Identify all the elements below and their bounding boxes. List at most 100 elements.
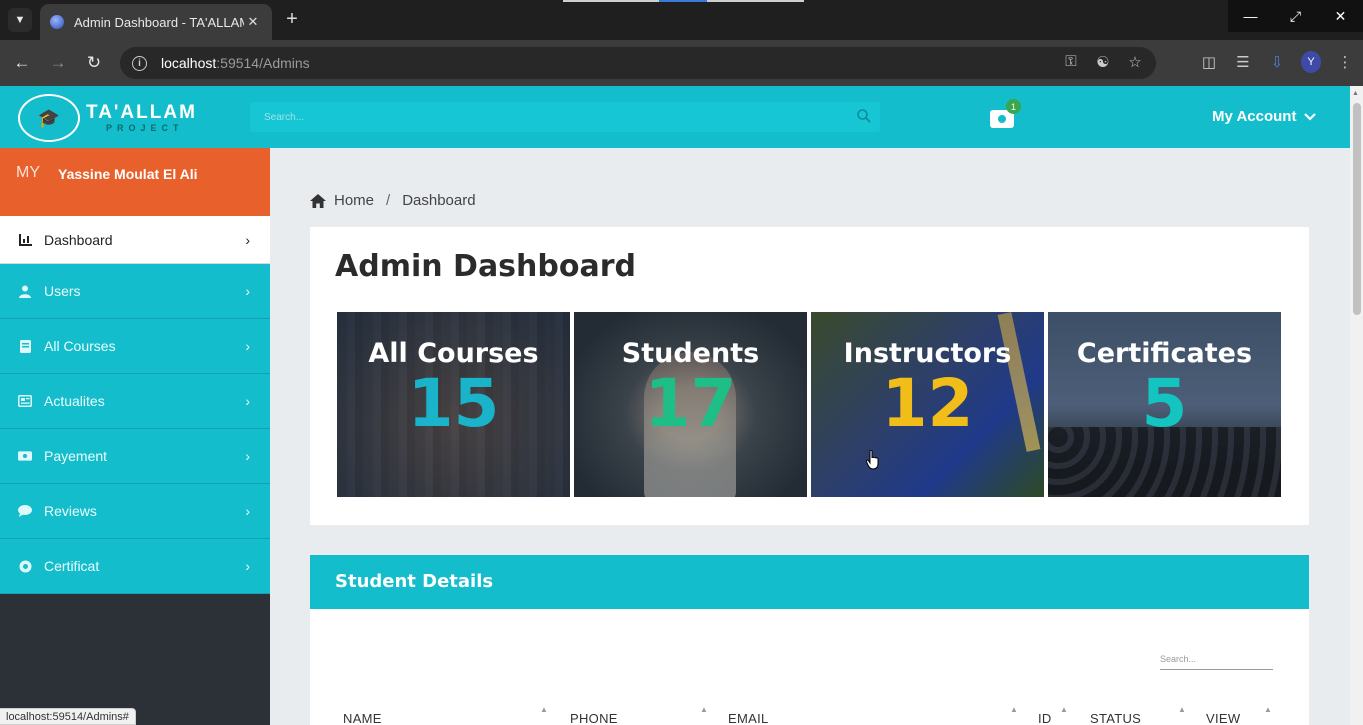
window-controls: — ⤢ ✕ [1228,0,1363,32]
minimize-icon[interactable]: — [1228,0,1273,32]
my-account-dropdown[interactable]: My Account [1212,108,1317,125]
sort-icon: ▲ [1178,705,1187,714]
sidebar-item-users[interactable]: Users › [0,264,270,319]
sidebar-item-actualites[interactable]: Actualites › [0,374,270,429]
chevron-right-icon: › [245,338,250,354]
new-tab-button[interactable]: + [280,9,304,31]
column-header-name[interactable]: NAME ▲ [343,705,548,725]
forward-icon[interactable]: → [47,52,69,74]
page-scrollbar[interactable]: ▲ [1350,86,1363,725]
main-content: Home / Dashboard Admin Dashboard All Cou… [270,148,1350,725]
user-name: Yassine Moulat El Ali [58,166,198,182]
user-initials: MY [16,164,40,181]
sidebar-item-dashboard[interactable]: Dashboard › [0,216,270,264]
user-icon [18,284,32,298]
stat-value: 15 [407,365,500,442]
sidebar-item-certificat[interactable]: Certificat › [0,539,270,594]
chevron-right-icon: › [245,503,250,519]
breadcrumb-separator: / [386,192,391,209]
close-tab-icon[interactable]: ✕ [244,14,262,30]
column-header-view[interactable]: VIEW ▲ [1206,705,1272,725]
menu-dots-icon[interactable]: ⋮ [1335,53,1355,71]
chevron-down-icon [1304,112,1317,121]
brand-subtitle: PROJECT [106,123,184,133]
stats-row: All Courses 15 Students 17 Instructors 1… [337,312,1281,497]
close-window-icon[interactable]: ✕ [1318,0,1363,32]
stat-card-instructors[interactable]: Instructors 12 [811,312,1044,497]
url-text: localhost:59514/Admins [161,55,310,71]
sort-icon: ▲ [1010,705,1019,714]
stat-card-students[interactable]: Students 17 [574,312,807,497]
sidebar-item-label: Certificat [44,558,100,574]
site-info-icon[interactable]: i [132,55,147,71]
sort-icon: ▲ [1060,705,1069,714]
media-controls-icon[interactable]: ☰ [1233,53,1253,71]
breadcrumb: Home / Dashboard [310,192,476,209]
certificate-icon [18,559,32,573]
tab-search-icon[interactable]: ▼ [8,8,32,32]
browser-toolbar: ← → ↻ i localhost:59514/Admins ⚿ ☯ ☆ ◫ ☰… [0,40,1363,86]
sidebar-item-payement[interactable]: Payement › [0,429,270,484]
table-search-input[interactable] [1160,654,1273,669]
address-bar[interactable]: i localhost:59514/Admins ⚿ ☯ ☆ [120,47,1156,79]
chevron-right-icon: › [245,231,250,248]
bookmark-star-icon[interactable]: ☆ [1126,53,1144,71]
brand-logo[interactable]: 🎓 TA'ALLAM PROJECT [18,94,208,142]
status-url-bar: localhost:59514/Admins# [0,708,136,725]
stat-card-all-courses[interactable]: All Courses 15 [337,312,570,497]
sidebar-item-reviews[interactable]: Reviews › [0,484,270,539]
money-icon [18,449,32,463]
graduation-cap-logo-icon: 🎓 [18,94,80,142]
scroll-up-icon[interactable]: ▲ [1352,90,1359,97]
translate-icon[interactable]: ☯ [1094,53,1112,71]
sidebar-menu: Dashboard › Users › All Courses › Actual… [0,216,270,594]
sort-icon: ▲ [540,705,549,714]
newspaper-icon [18,394,32,408]
sidebar: MY Yassine Moulat El Ali Dashboard › Use… [0,148,270,725]
user-profile-box: MY Yassine Moulat El Ali [0,148,270,216]
extensions-icon[interactable]: ◫ [1199,53,1219,71]
favicon-icon [50,15,64,29]
comment-icon [18,504,32,518]
stat-card-certificates[interactable]: Certificates 5 [1048,312,1281,497]
column-header-status[interactable]: STATUS ▲ [1090,705,1186,725]
hand-cursor-icon [866,450,879,470]
sidebar-item-label: Reviews [44,503,97,519]
profile-avatar[interactable]: Y [1301,51,1321,73]
column-header-email[interactable]: EMAIL ▲ [728,705,1018,725]
stat-value: 12 [881,365,974,442]
student-details-panel: NAME▲ PHONE▲ EMAIL▲ ID▲ STATUS▲ VIEW▲ [310,609,1309,725]
book-icon [18,339,32,353]
password-key-icon[interactable]: ⚿ [1062,53,1080,71]
app-header: 🎓 TA'ALLAM PROJECT 1 My Account [0,86,1350,148]
chevron-right-icon: › [245,283,250,299]
header-search [250,102,880,132]
window-drag-strip [563,0,804,2]
table-search [1160,649,1273,670]
sort-icon: ▲ [1264,705,1273,714]
brand-name: TA'ALLAM [86,102,197,123]
reload-icon[interactable]: ↻ [83,52,105,74]
chevron-right-icon: › [245,448,250,464]
header-search-input[interactable] [250,102,880,132]
download-icon[interactable]: ⇩ [1267,53,1287,71]
sidebar-item-all-courses[interactable]: All Courses › [0,319,270,374]
breadcrumb-home-link[interactable]: Home [334,192,374,209]
sidebar-item-label: Actualites [44,393,105,409]
restore-icon[interactable]: ⤢ [1273,0,1318,32]
browser-tab-bar: ▼ Admin Dashboard - TA'ALLAM ✕ + — ⤢ ✕ [0,0,1363,40]
browser-tab[interactable]: Admin Dashboard - TA'ALLAM ✕ [40,4,272,40]
column-header-id[interactable]: ID ▲ [1038,705,1068,725]
table-header-row: NAME ▲ PHONE ▲ EMAIL ▲ ID ▲ STATUS ▲ VIEW ▲ [343,705,1278,725]
student-details-header: Student Details [310,555,1309,609]
sidebar-item-label: Users [44,283,81,299]
tab-title: Admin Dashboard - TA'ALLAM [74,14,244,30]
search-icon[interactable] [856,108,872,124]
sidebar-item-label: Dashboard [44,231,113,248]
chevron-right-icon: › [245,393,250,409]
chevron-right-icon: › [245,558,250,574]
scroll-thumb[interactable] [1353,103,1361,315]
back-icon[interactable]: ← [11,52,33,74]
column-header-phone[interactable]: PHONE ▲ [570,705,708,725]
home-icon [310,193,326,208]
